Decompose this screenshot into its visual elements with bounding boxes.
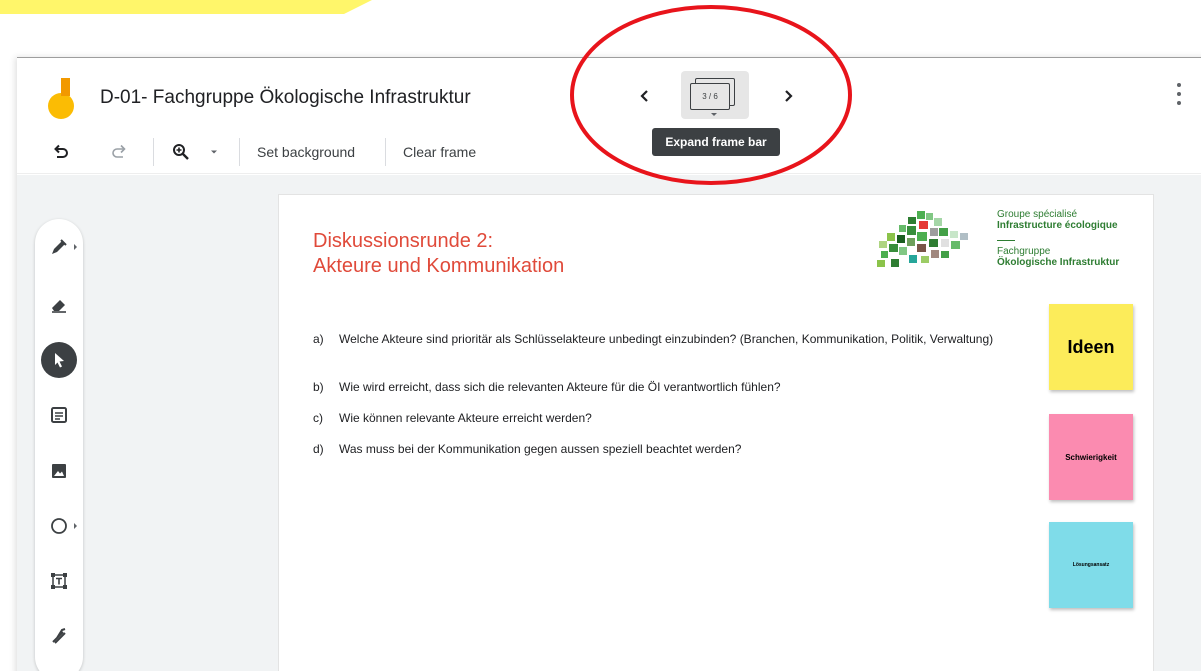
organization-mosaic-logo [877,211,968,267]
question-c: c) Wie können relevante Akteure erreicht … [313,411,592,425]
zoom-in-icon [173,144,189,160]
shape-tool[interactable] [41,508,77,544]
set-background-button[interactable]: Set background [253,138,359,166]
caret-down-icon [711,113,717,116]
pen-tool[interactable] [41,229,77,265]
whiteboard-frame[interactable]: Diskussionsrunde 2: Akteure und Kommunik… [279,195,1153,671]
select-tool[interactable] [41,342,77,378]
org-name-german: Fachgruppe Ökologische Infrastruktur [997,246,1120,268]
eraser-tool[interactable] [41,287,77,323]
text-box-tool[interactable] [41,563,77,599]
select-icon [55,353,64,368]
question-b: b) Wie wird erreicht, dass sich die relev… [313,380,781,394]
chevron-left-icon [640,90,648,102]
image-icon [52,464,66,478]
text-box-icon [51,573,67,589]
more-options-icon[interactable] [1174,81,1184,107]
question-d: d) Was muss bei der Kommunikation gegen a… [313,442,742,456]
toolbar-divider [239,138,240,166]
sticky-note-tool[interactable] [41,397,77,433]
screenshot-root: D-01- Fachgruppe Ökologische Infrastrukt… [0,0,1201,671]
laser-tool[interactable] [41,618,77,654]
circle-shape-icon [51,518,67,534]
sticky-note-ideen[interactable]: Ideen [1049,304,1133,390]
toolbar: Set background Clear frame [17,130,1201,174]
sticky-note-loesungsansatz[interactable]: Lösungsansatz [1049,522,1133,608]
previous-frame-button[interactable] [631,82,659,110]
redo-button[interactable] [105,138,133,166]
zoom-dropdown-button[interactable] [207,138,221,166]
caret-down-icon [211,150,217,154]
frame-counter-label: 3 / 6 [690,83,730,110]
eraser-icon [52,300,66,313]
clear-frame-button[interactable]: Clear frame [399,138,480,166]
next-frame-button[interactable] [774,82,802,110]
sticky-note-schwierigkeit[interactable]: Schwierigkeit [1049,414,1133,500]
slide-title: Diskussionsrunde 2: Akteure und Kommunik… [313,230,565,277]
jamboard-window: D-01- Fachgruppe Ökologische Infrastrukt… [17,57,1201,671]
redo-icon [112,144,126,158]
toolbar-divider [385,138,386,166]
document-title[interactable]: D-01- Fachgruppe Ökologische Infrastrukt… [100,87,471,109]
org-divider [997,240,1015,241]
sticky-note-icon [51,407,67,423]
image-tool[interactable] [41,453,77,489]
laser-pointer-icon [52,628,66,644]
toolbar-divider [153,138,154,166]
jamboard-logo-icon [48,78,74,119]
question-a: a) Welche Akteure sind prioritär als Schl… [313,332,994,346]
chevron-right-icon [785,90,793,102]
title-bar: D-01- Fachgruppe Ökologische Infrastrukt… [17,58,1201,156]
yellow-highlight [0,0,372,14]
org-name-french: Groupe spécialisé Infrastructure écologi… [997,209,1118,231]
undo-icon [54,144,68,158]
frame-bar-toggle[interactable]: 3 / 6 [681,71,749,119]
pen-icon [52,239,67,254]
tool-rail [35,219,83,671]
undo-button[interactable] [47,138,75,166]
zoom-button[interactable] [167,138,195,166]
